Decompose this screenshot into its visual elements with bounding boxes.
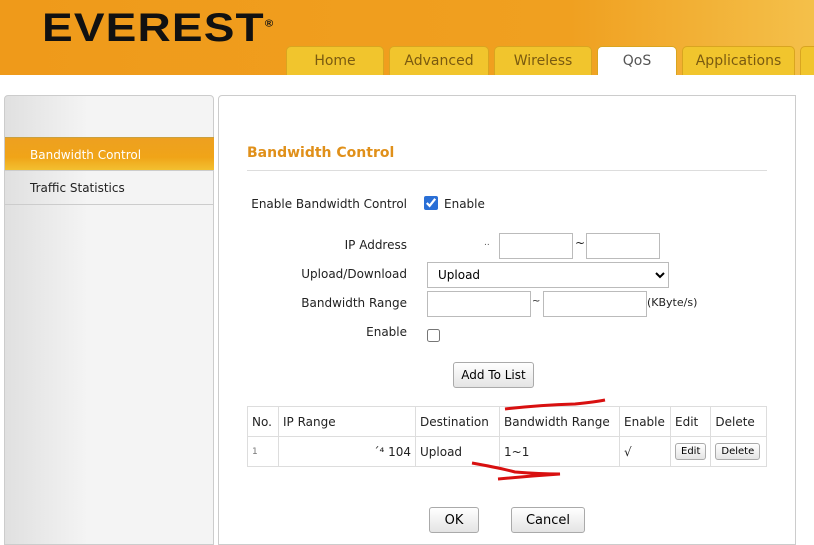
cancel-button[interactable]: Cancel (511, 507, 585, 533)
red-annotation-marks (471, 398, 606, 481)
ok-button[interactable]: OK (429, 507, 479, 533)
